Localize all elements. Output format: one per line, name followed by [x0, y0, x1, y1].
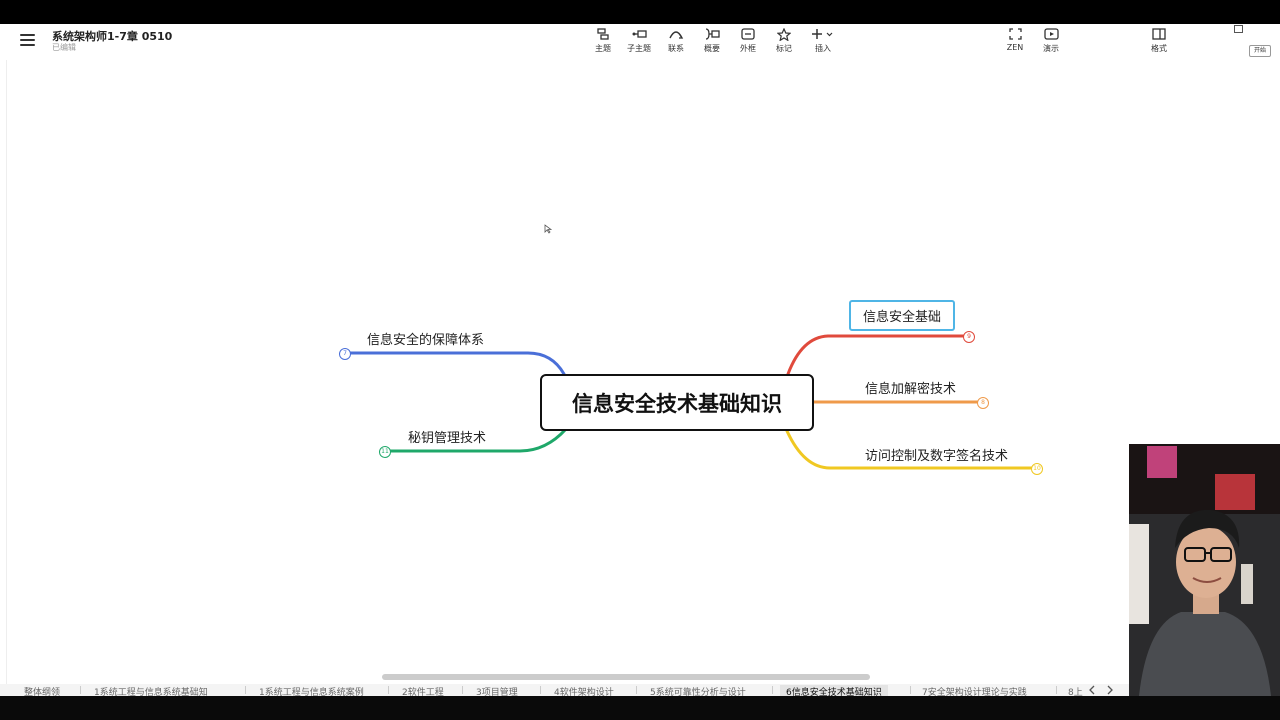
collapse-badge[interactable]: 10 [1031, 463, 1043, 475]
sheet-tab[interactable]: 1系统工程与信息系统案例 [259, 685, 364, 696]
sheet-tab[interactable]: 4软件架构设计 [554, 685, 614, 696]
topic-access-control[interactable]: 访问控制及数字签名技术 [865, 445, 1008, 464]
sheet-tab[interactable]: 3项目管理 [476, 685, 518, 696]
topic-security-basics[interactable]: 信息安全基础 [849, 300, 956, 331]
presenter-video [1129, 444, 1280, 696]
sheet-tab[interactable]: 5系统可靠性分析与设计 [650, 685, 746, 696]
topic-encryption[interactable]: 信息加解密技术 [865, 378, 956, 397]
horizontal-scrollbar[interactable] [382, 674, 870, 680]
screen-bottom-bar [0, 696, 1280, 720]
connector-protection-system [343, 351, 566, 376]
tab-next-icon[interactable] [1106, 685, 1114, 695]
sheet-tab[interactable]: 7安全架构设计理论与实践 [922, 685, 1027, 696]
collapse-badge[interactable]: 8 [977, 397, 989, 409]
sheet-tab-active[interactable]: 6信息安全技术基础知识 [780, 685, 888, 696]
branch-connectors [343, 334, 1039, 470]
connector-security-basics [786, 334, 971, 376]
sheet-tab[interactable]: 8上 [1068, 685, 1083, 696]
mouse-cursor-icon [544, 224, 552, 234]
sheet-tab[interactable]: 整体纲领 [24, 685, 60, 696]
topic-protection-system[interactable]: 信息安全的保障体系 [367, 329, 484, 348]
collapse-badge[interactable]: 7 [339, 348, 351, 360]
central-topic[interactable]: 信息安全技术基础知识 [540, 374, 814, 431]
collapse-badge[interactable]: 9 [963, 331, 975, 343]
collapse-badge[interactable]: 11 [379, 446, 391, 458]
webcam-overlay [1129, 444, 1280, 696]
sheet-tab[interactable]: 1系统工程与信息系统基础知 [94, 685, 208, 696]
tab-prev-icon[interactable] [1088, 685, 1096, 695]
mindmap-canvas[interactable]: 信息安全技术基础知识 信息安全的保障体系 秘钥管理技术 信息安全基础 信息加解密… [0, 24, 1280, 696]
sheet-tabs: 整体纲领 1系统工程与信息系统基础知 1系统工程与信息系统案例 2软件工程 3项… [0, 684, 1280, 696]
mindmap-app: 系统架构师1-7章 0510 已编辑 主题 子主题 联系 概要 外框 标记 插入… [0, 24, 1280, 696]
sheet-tab[interactable]: 2软件工程 [402, 685, 444, 696]
topic-key-management[interactable]: 秘钥管理技术 [408, 427, 486, 446]
